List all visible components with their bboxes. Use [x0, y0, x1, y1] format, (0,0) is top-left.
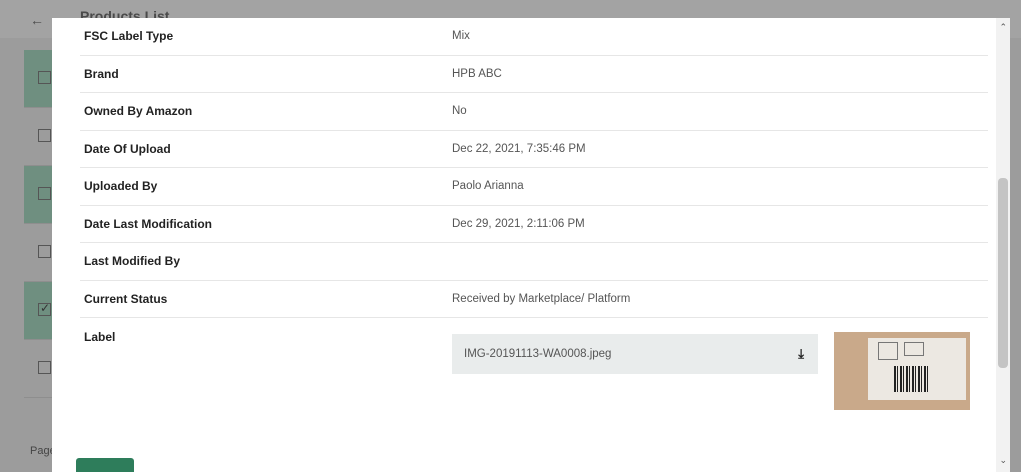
row-checkbox[interactable]	[38, 361, 51, 374]
thumbnail-symbol	[904, 342, 924, 356]
row-checkbox[interactable]	[38, 301, 51, 316]
detail-row-date-of-upload: Date Of Upload Dec 22, 2021, 7:35:46 PM	[80, 131, 988, 168]
label-file-name: IMG-20191113-WA0008.jpeg	[464, 348, 612, 360]
detail-label: Date Last Modification	[84, 216, 213, 231]
detail-list: FSC Label Type Mix Brand HPB ABC Owned B…	[80, 18, 988, 418]
detail-value: Dec 22, 2021, 7:35:46 PM	[452, 142, 586, 155]
detail-label: Label	[84, 330, 116, 344]
row-checkbox[interactable]	[38, 245, 51, 258]
detail-row-owned-by-amazon: Owned By Amazon No	[80, 93, 988, 131]
detail-value: Dec 29, 2021, 2:11:06 PM	[452, 217, 585, 230]
product-rows	[24, 50, 54, 398]
table-row[interactable]	[24, 340, 54, 398]
thumbnail-symbol	[878, 342, 898, 360]
detail-label: Uploaded By	[84, 179, 158, 194]
detail-label: Last Modified By	[84, 254, 181, 269]
table-row[interactable]	[24, 108, 54, 166]
detail-row-uploaded-by: Uploaded By Paolo Arianna	[80, 168, 988, 206]
scrollbar-thumb[interactable]	[998, 178, 1008, 368]
table-row[interactable]	[24, 50, 54, 108]
detail-label: Date Of Upload	[84, 141, 171, 156]
detail-row-last-modified-by: Last Modified By	[80, 243, 988, 281]
detail-value: Received by Marketplace/ Platform	[452, 292, 631, 305]
product-detail-modal: FSC Label Type Mix Brand HPB ABC Owned B…	[52, 18, 1010, 472]
detail-value: No	[452, 105, 467, 118]
detail-row-fsc-label-type: FSC Label Type Mix	[80, 18, 988, 56]
row-checkbox[interactable]	[38, 187, 51, 200]
detail-row-current-status: Current Status Received by Marketplace/ …	[80, 281, 988, 318]
detail-label: Current Status	[84, 291, 168, 306]
table-row[interactable]	[24, 166, 54, 224]
chevron-up-icon[interactable]: ⌃	[999, 22, 1007, 33]
back-arrow-icon[interactable]: ←	[30, 12, 44, 28]
detail-row-label: Label IMG-20191113-WA0008.jpeg ⤓	[80, 318, 988, 418]
download-icon[interactable]: ⤓	[798, 346, 804, 362]
label-file-box[interactable]: IMG-20191113-WA0008.jpeg ⤓	[452, 334, 818, 374]
modal-scrollbar[interactable]: ⌃ ⌄	[996, 18, 1010, 472]
table-row[interactable]	[24, 224, 54, 282]
detail-value: HPB ABC	[452, 67, 502, 80]
detail-label: FSC Label Type	[84, 29, 174, 44]
row-checkbox[interactable]	[38, 129, 51, 142]
label-image-thumbnail[interactable]	[834, 332, 970, 410]
detail-row-date-last-modification: Date Last Modification Dec 29, 2021, 2:1…	[80, 206, 988, 243]
detail-label: Owned By Amazon	[84, 104, 193, 119]
row-checkbox[interactable]	[38, 71, 51, 84]
thumbnail-barcode	[894, 366, 928, 392]
detail-value: Paolo Arianna	[452, 180, 524, 193]
detail-label: Brand	[84, 66, 119, 81]
close-button[interactable]: Close	[76, 458, 134, 472]
chevron-down-icon[interactable]: ⌄	[999, 455, 1007, 466]
detail-value: Mix	[452, 30, 470, 43]
detail-row-brand: Brand HPB ABC	[80, 56, 988, 93]
table-row[interactable]	[24, 282, 54, 340]
